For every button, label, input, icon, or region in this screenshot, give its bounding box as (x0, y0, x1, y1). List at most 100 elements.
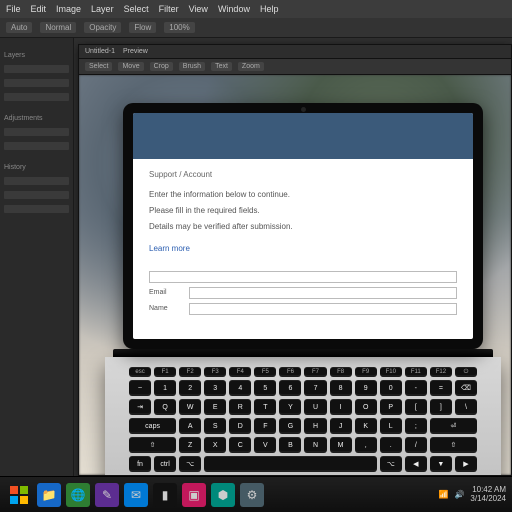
key: F2 (179, 367, 201, 377)
key: I (330, 399, 352, 415)
learn-more-link[interactable]: Learn more (149, 243, 190, 255)
key: F12 (430, 367, 452, 377)
toolopt-auto[interactable]: Auto (6, 22, 32, 33)
panel-item[interactable] (4, 177, 69, 185)
taskbar-app-photos[interactable]: ▣ (182, 483, 206, 507)
key: 8 (330, 380, 352, 396)
panel-item[interactable] (4, 205, 69, 213)
laptop-mockup: Support / Account Enter the information … (123, 103, 483, 475)
menu-help[interactable]: Help (260, 4, 279, 14)
menu-image[interactable]: Image (56, 4, 81, 14)
toolopt-zoom[interactable]: 100% (164, 22, 194, 33)
key: F7 (304, 367, 326, 377)
laptop-lid: Support / Account Enter the information … (123, 103, 483, 349)
key: fn (129, 456, 151, 472)
taskbar-app-mail[interactable]: ✉ (124, 483, 148, 507)
document-toolbar: Select Move Crop Brush Text Zoom (79, 59, 511, 75)
tool-brush[interactable]: Brush (179, 62, 205, 71)
key: X (204, 437, 226, 453)
name-field[interactable] (189, 303, 457, 315)
key: ⇧ (430, 437, 477, 453)
key: C (229, 437, 251, 453)
panel-section-history[interactable]: History (4, 164, 69, 171)
menu-edit[interactable]: Edit (31, 4, 47, 14)
tool-zoom[interactable]: Zoom (238, 62, 264, 71)
app-menubar: File Edit Image Layer Select Filter View… (0, 0, 512, 18)
toolopt-flow[interactable]: Flow (129, 22, 156, 33)
key: T (254, 399, 276, 415)
menu-layer[interactable]: Layer (91, 4, 114, 14)
key: F4 (229, 367, 251, 377)
breadcrumb: Support / Account (149, 169, 457, 181)
document-canvas[interactable]: Support / Account Enter the information … (79, 75, 511, 475)
key: ▶ (455, 456, 477, 472)
taskbar-app-settings[interactable]: ⚙ (240, 483, 264, 507)
tool-crop[interactable]: Crop (150, 62, 173, 71)
key: ⇥ (129, 399, 151, 415)
key: 5 (254, 380, 276, 396)
key: R (229, 399, 251, 415)
menu-window[interactable]: Window (218, 4, 250, 14)
key: [ (405, 399, 427, 415)
tool-select[interactable]: Select (85, 62, 112, 71)
key: ⏎ (430, 418, 477, 434)
key: . (380, 437, 402, 453)
tray-volume-icon[interactable]: 🔊 (454, 490, 464, 499)
key: L (380, 418, 402, 434)
menu-select[interactable]: Select (124, 4, 149, 14)
panel-section-adjustments[interactable]: Adjustments (4, 115, 69, 122)
menu-view[interactable]: View (189, 4, 208, 14)
tray-clock[interactable]: 10:42 AM 3/14/2024 (470, 486, 506, 504)
key: ⌥ (380, 456, 402, 472)
taskbar-app-store[interactable]: ⬢ (211, 483, 235, 507)
key: \ (455, 399, 477, 415)
workspace: Layers Adjustments History Untitled-1 Pr… (0, 38, 512, 476)
panel-item[interactable] (4, 128, 69, 136)
tray-network-icon[interactable]: 📶 (438, 490, 448, 499)
tray-date: 3/14/2024 (470, 495, 506, 504)
key: F1 (154, 367, 176, 377)
key: J (330, 418, 352, 434)
document-tab[interactable]: Untitled-1 (85, 48, 115, 55)
panel-item[interactable] (4, 142, 69, 150)
panel-section-layers[interactable]: Layers (4, 52, 69, 59)
key: 6 (279, 380, 301, 396)
body-text: Please fill in the required fields. (149, 205, 457, 217)
key: S (204, 418, 226, 434)
key: / (405, 437, 427, 453)
document-tab[interactable]: Preview (123, 48, 148, 55)
key: F9 (355, 367, 377, 377)
menu-file[interactable]: File (6, 4, 21, 14)
taskbar-app-editor[interactable]: ✎ (95, 483, 119, 507)
key: ⏻ (455, 367, 477, 377)
panel-item[interactable] (4, 191, 69, 199)
taskbar-app-browser[interactable]: 🌐 (66, 483, 90, 507)
key-spacebar (204, 456, 377, 472)
panel-item[interactable] (4, 93, 69, 101)
taskbar-app-explorer[interactable]: 📁 (37, 483, 61, 507)
laptop-base: esc F1 F2 F3 F4 F5 F6 F7 F8 F9 F10 F11 (105, 357, 501, 475)
panel-item[interactable] (4, 79, 69, 87)
taskbar-app-terminal[interactable]: ▮ (153, 483, 177, 507)
toolopt-mode[interactable]: Normal (40, 22, 76, 33)
body-text: Enter the information below to continue. (149, 189, 457, 201)
toolopt-opacity[interactable]: Opacity (84, 22, 121, 33)
key: F5 (254, 367, 276, 377)
tool-move[interactable]: Move (118, 62, 143, 71)
key: F11 (405, 367, 427, 377)
key: B (279, 437, 301, 453)
key: , (355, 437, 377, 453)
key: F8 (330, 367, 352, 377)
key: F6 (279, 367, 301, 377)
panel-item[interactable] (4, 65, 69, 73)
key: A (179, 418, 201, 434)
key: ◀ (405, 456, 427, 472)
system-tray[interactable]: 📶 🔊 10:42 AM 3/14/2024 (438, 486, 506, 504)
key: 0 (380, 380, 402, 396)
tool-text[interactable]: Text (211, 62, 232, 71)
page-body: Support / Account Enter the information … (133, 159, 473, 339)
email-field[interactable] (189, 287, 457, 299)
start-button[interactable] (6, 482, 32, 508)
text-input[interactable] (149, 271, 457, 283)
menu-filter[interactable]: Filter (159, 4, 179, 14)
